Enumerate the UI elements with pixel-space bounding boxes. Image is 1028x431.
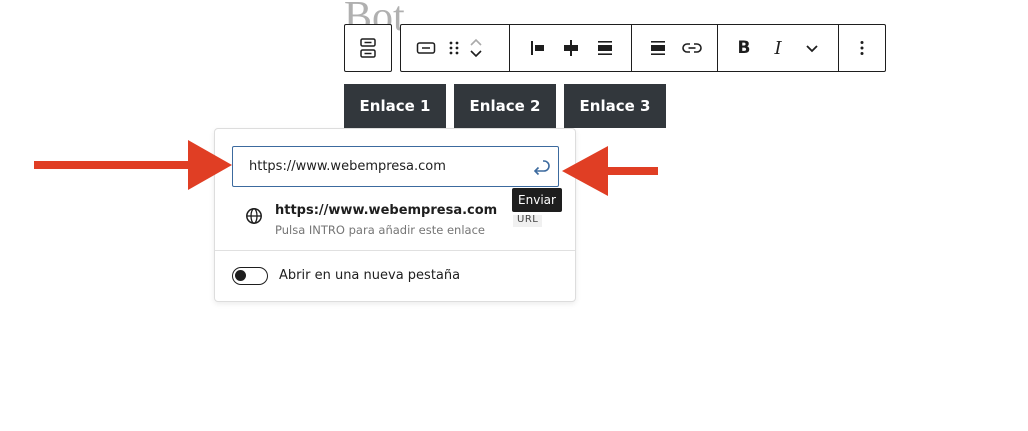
chevron-up-icon[interactable] <box>469 38 483 47</box>
justify-space-between-button[interactable] <box>588 25 622 71</box>
block-movers <box>465 25 487 71</box>
url-input[interactable] <box>232 146 559 187</box>
options-group <box>839 25 885 71</box>
bold-button[interactable]: B <box>727 25 761 71</box>
chevron-down-icon[interactable] <box>469 49 483 58</box>
submit-tooltip: Enviar <box>512 188 562 212</box>
justify-group <box>510 25 632 71</box>
link-icon <box>681 43 702 53</box>
button-block-icon <box>416 42 436 54</box>
annotation-arrow-right-icon <box>34 140 232 190</box>
popover-divider <box>215 250 575 251</box>
link-popover: https://www.webempresa.com Pulsa INTRO p… <box>214 128 576 302</box>
submit-link-button[interactable] <box>527 154 555 180</box>
open-new-tab-toggle[interactable] <box>232 267 268 285</box>
format-group: B I <box>718 25 839 71</box>
suggestion-subtitle: Pulsa INTRO para añadir este enlace <box>275 223 485 237</box>
suggestion-title: https://www.webempresa.com <box>275 203 498 218</box>
justify-center-icon <box>563 40 578 56</box>
link-button[interactable] <box>675 25 709 71</box>
justify-left-button[interactable] <box>520 25 554 71</box>
button-enlace-1[interactable]: Enlace 1 <box>344 84 446 128</box>
more-formats-button[interactable] <box>795 25 829 71</box>
justify-center-button[interactable] <box>554 25 588 71</box>
chevron-down-icon <box>806 44 818 52</box>
italic-button[interactable]: I <box>761 25 795 71</box>
drag-handle-icon <box>449 41 459 55</box>
globe-icon <box>246 208 262 224</box>
block-toolbar: B I <box>400 24 886 72</box>
block-switcher-group <box>401 25 510 71</box>
more-vertical-icon <box>860 41 864 55</box>
suggestion-type-badge: URL <box>513 215 543 227</box>
justify-space-between-icon <box>597 41 612 55</box>
justify-left-icon <box>530 41 544 55</box>
enter-icon <box>533 160 550 176</box>
annotation-arrow-left-icon <box>562 146 658 196</box>
block-options-button[interactable] <box>845 25 879 71</box>
block-type-button[interactable] <box>409 25 443 71</box>
toggle-knob <box>235 270 246 281</box>
button-enlace-3[interactable]: Enlace 3 <box>564 84 666 128</box>
align-none-icon <box>650 41 665 55</box>
align-link-group <box>632 25 718 71</box>
buttons-parent-icon <box>360 38 376 58</box>
drag-handle[interactable] <box>443 25 465 71</box>
button-enlace-2[interactable]: Enlace 2 <box>454 84 556 128</box>
select-parent-block-button[interactable] <box>344 24 392 72</box>
open-new-tab-label: Abrir en una nueva pestaña <box>279 268 461 283</box>
align-button[interactable] <box>641 25 675 71</box>
